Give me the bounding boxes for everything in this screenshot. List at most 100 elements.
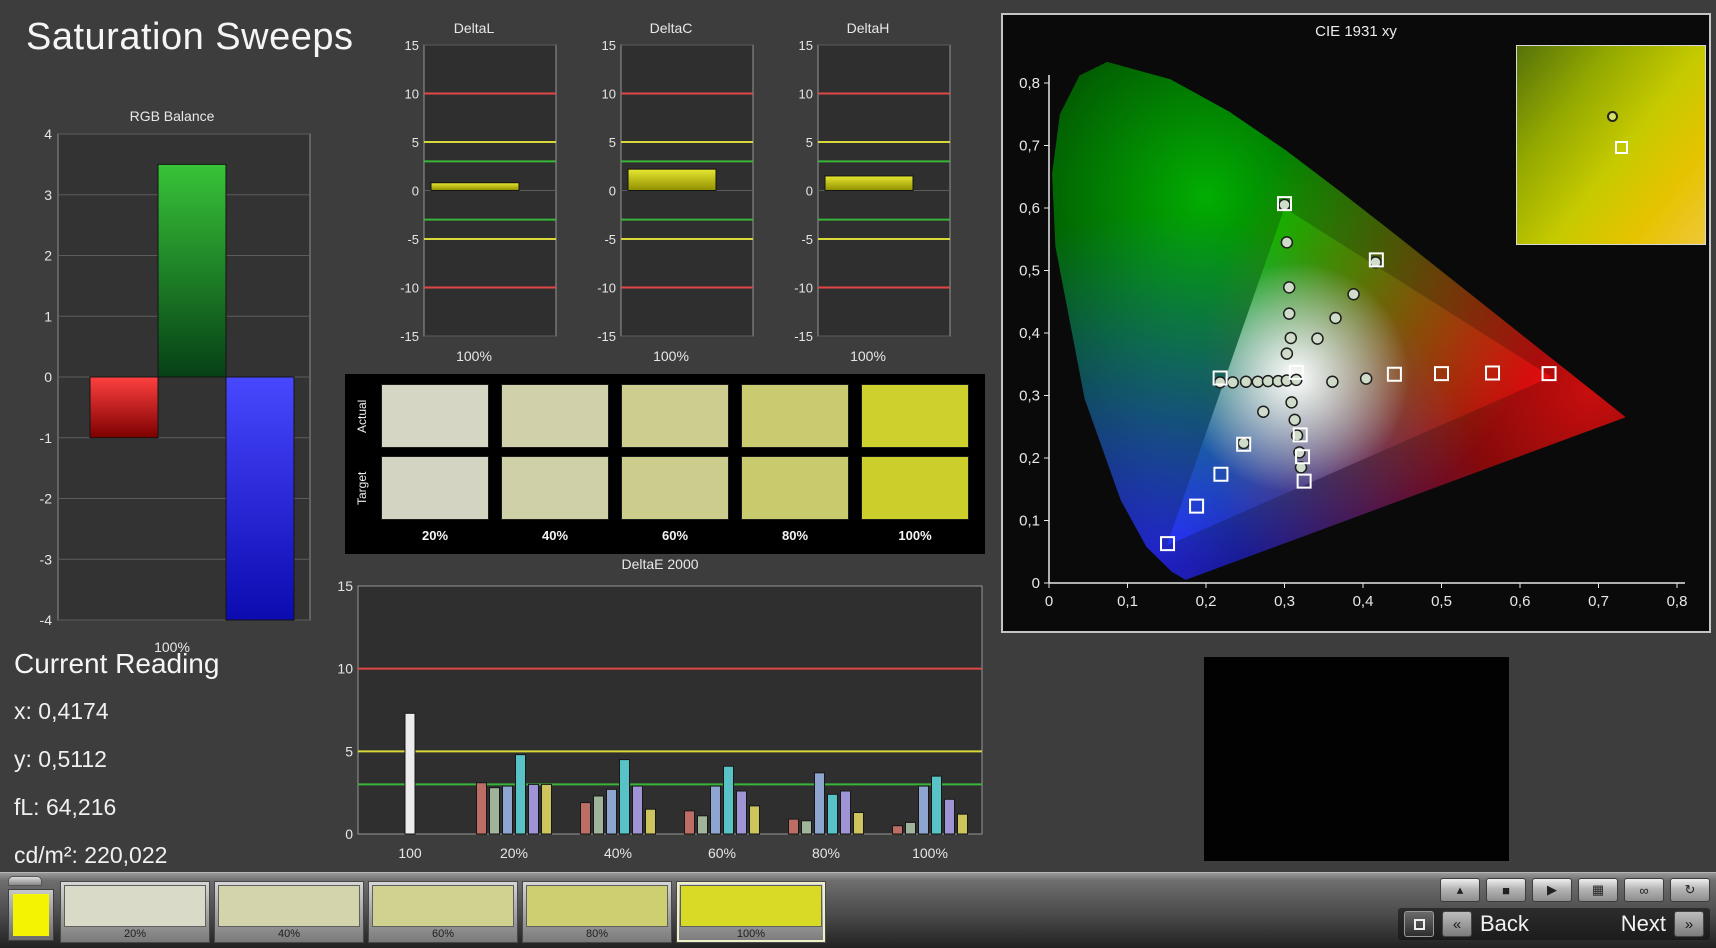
- taskbar-swatch-100%[interactable]: 100%: [676, 881, 826, 943]
- reading-x: x: 0,4174: [14, 698, 109, 724]
- svg-text:10: 10: [602, 87, 616, 102]
- next-chevron-icon[interactable]: »: [1674, 911, 1704, 937]
- svg-text:0: 0: [345, 826, 353, 842]
- actual-swatch-100%: [861, 384, 969, 448]
- svg-text:0,7: 0,7: [1019, 138, 1040, 155]
- reading-cdm2: cd/m²: 220,022: [14, 842, 168, 868]
- swatch-column-label: 20%: [421, 528, 449, 543]
- current-patch-color: [13, 894, 49, 936]
- square-icon: [1413, 918, 1425, 930]
- svg-text:-2: -2: [40, 491, 53, 507]
- swatch-label: 60%: [431, 928, 455, 940]
- actual-swatch-60%: [621, 384, 729, 448]
- target-swatch-row: [381, 456, 969, 520]
- target-swatch-60%: [621, 456, 729, 520]
- svg-text:15: 15: [602, 40, 616, 53]
- back-button[interactable]: Back: [1480, 911, 1529, 937]
- stop-button[interactable]: ■: [1486, 878, 1526, 902]
- taskbar-swatch-80%[interactable]: 80%: [522, 881, 672, 943]
- save-button[interactable]: ▦: [1578, 878, 1618, 902]
- inset-measured-circle: [1607, 111, 1619, 123]
- svg-text:-5: -5: [604, 232, 616, 247]
- swatch-column-label: 60%: [661, 528, 689, 543]
- svg-text:0,1: 0,1: [1019, 513, 1040, 530]
- svg-text:15: 15: [337, 578, 353, 594]
- play-button[interactable]: ▶: [1532, 878, 1572, 902]
- svg-text:60%: 60%: [708, 845, 736, 861]
- svg-text:-1: -1: [40, 430, 53, 446]
- reading-y: y: 0,5112: [14, 746, 107, 772]
- svg-text:0: 0: [1032, 575, 1040, 592]
- swatch-table-corner: [355, 528, 375, 548]
- svg-text:5: 5: [806, 135, 813, 150]
- svg-text:-5: -5: [801, 232, 813, 247]
- swatch-column-label: 80%: [781, 528, 809, 543]
- actual-row-label: Actual: [355, 399, 369, 433]
- current-reading-heading: Current Reading: [14, 648, 220, 679]
- target-swatch-20%: [381, 456, 489, 520]
- loop-button[interactable]: ∞: [1624, 878, 1664, 902]
- actual-swatch-40%: [501, 384, 609, 448]
- swatch-label: 100%: [736, 928, 766, 940]
- current-patch-preview: [8, 889, 54, 941]
- svg-text:1: 1: [44, 308, 52, 324]
- deltal-title: DeltaL: [453, 20, 495, 36]
- collapse-button[interactable]: ▴: [1440, 878, 1480, 902]
- reading-fl: fL: 64,216: [14, 794, 117, 820]
- svg-text:0,3: 0,3: [1274, 593, 1295, 610]
- target-swatch-40%: [501, 456, 609, 520]
- deltac-panel: DeltaC 15 10 5 0 -5 -10 -15 100%: [585, 20, 757, 364]
- next-button[interactable]: Next: [1621, 911, 1666, 937]
- target-swatch-80%: [741, 456, 849, 520]
- cie-panel: CIE 1931 xy 0 0,1 0,2 0,3 0,4 0,5 0,6 0,7 0,8 0 0,…: [1001, 13, 1711, 633]
- actual-swatch-80%: [741, 384, 849, 448]
- deltae-panel: DeltaE 2000 0 5 10 15 100 20% 40% 60% 80% 100%: [330, 556, 990, 887]
- inset-target-square: [1614, 141, 1628, 155]
- svg-text:-15: -15: [794, 329, 813, 342]
- page-title: Saturation Sweeps: [26, 16, 354, 58]
- deltah-chart: 15 10 5 0 -5 -10 -15: [794, 38, 951, 344]
- svg-text:15: 15: [405, 40, 419, 53]
- svg-text:0,8: 0,8: [1667, 593, 1688, 610]
- taskbar-swatch-20%[interactable]: 20%: [60, 881, 210, 943]
- svg-text:100: 100: [398, 845, 422, 861]
- deltah-xlabel: 100%: [850, 348, 886, 364]
- tray-collapse-tab[interactable]: [8, 876, 42, 886]
- svg-text:0: 0: [44, 369, 52, 385]
- actual-swatch-20%: [381, 384, 489, 448]
- rgb-balance-title: RGB Balance: [129, 108, 215, 124]
- svg-text:-10: -10: [597, 281, 616, 296]
- svg-text:-15: -15: [597, 329, 616, 342]
- svg-text:-10: -10: [794, 281, 813, 296]
- deltac-chart: 15 10 5 0 -5 -10 -15: [597, 38, 754, 344]
- svg-text:0: 0: [412, 184, 419, 199]
- svg-text:-5: -5: [407, 232, 419, 247]
- refresh-button[interactable]: ↻: [1670, 878, 1710, 902]
- taskbar-swatch-buttons: 20% 40% 60% 80% 100%: [60, 881, 826, 943]
- deltac-title: DeltaC: [649, 20, 693, 36]
- svg-text:40%: 40%: [604, 845, 632, 861]
- target-row-label: Target: [355, 471, 369, 505]
- svg-text:-15: -15: [400, 329, 419, 342]
- media-control-row: ▴ ■ ▶ ▦ ∞ ↻: [1398, 878, 1710, 902]
- svg-text:0,1: 0,1: [1117, 593, 1138, 610]
- back-chevron-icon[interactable]: «: [1442, 911, 1472, 937]
- svg-text:5: 5: [412, 135, 419, 150]
- svg-text:2: 2: [44, 248, 52, 264]
- svg-text:20%: 20%: [500, 845, 528, 861]
- deltal-panel: DeltaL 15 10 5 0 -5 -10 -15 100%: [388, 20, 560, 364]
- swatch-column-labels: 20% 40% 60% 80% 100%: [381, 528, 969, 548]
- taskbar-swatch-40%[interactable]: 40%: [214, 881, 364, 943]
- svg-text:0,8: 0,8: [1019, 75, 1040, 92]
- taskbar-swatch-60%[interactable]: 60%: [368, 881, 518, 943]
- svg-text:0,7: 0,7: [1588, 593, 1609, 610]
- svg-text:3: 3: [44, 187, 52, 203]
- svg-text:0: 0: [1045, 593, 1053, 610]
- svg-text:0,2: 0,2: [1196, 593, 1217, 610]
- svg-text:0,4: 0,4: [1019, 325, 1040, 342]
- svg-text:-10: -10: [400, 281, 419, 296]
- pattern-window-button[interactable]: [1404, 911, 1434, 937]
- svg-text:-3: -3: [40, 551, 53, 567]
- svg-text:0,3: 0,3: [1019, 388, 1040, 405]
- svg-text:0,2: 0,2: [1019, 450, 1040, 467]
